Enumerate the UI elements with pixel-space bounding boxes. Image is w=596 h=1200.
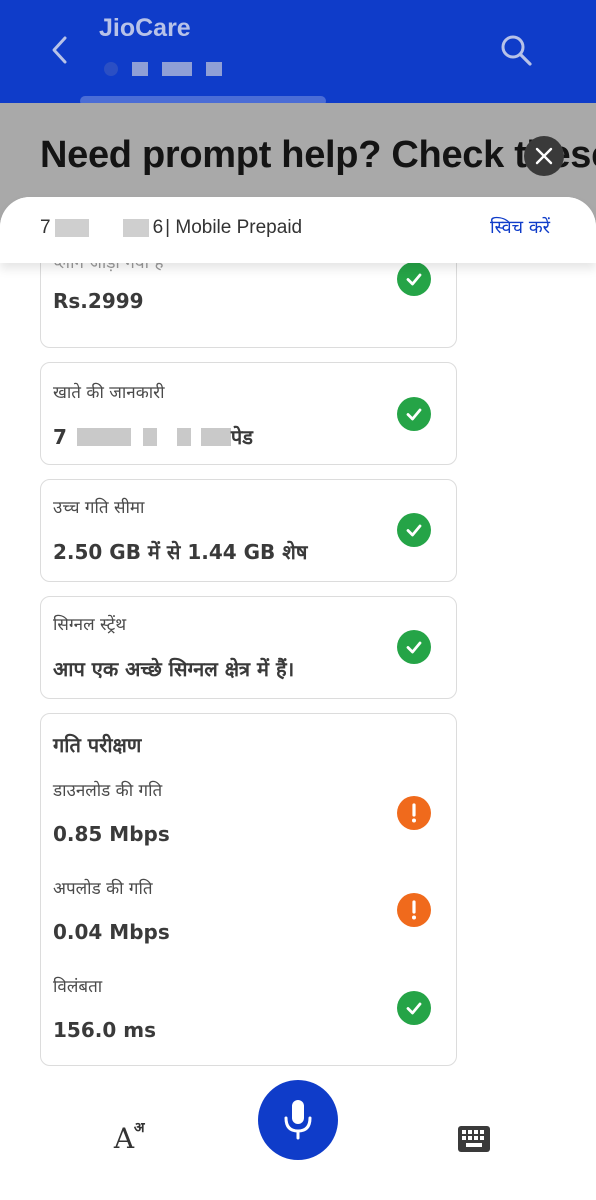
download-speed-label: डाउनलोड की गति bbox=[53, 781, 163, 801]
warning-icon bbox=[397, 893, 431, 927]
account-info-label: खाते की जानकारी bbox=[53, 383, 165, 403]
prompt-heading: Need prompt help? Check these options bbox=[40, 134, 596, 176]
back-button[interactable] bbox=[40, 30, 80, 70]
close-icon bbox=[535, 147, 553, 165]
account-info-card: खाते की जानकारी 7 पेड bbox=[40, 362, 457, 465]
latency-label: विलंबता bbox=[53, 977, 103, 997]
close-button[interactable] bbox=[524, 136, 564, 176]
account-header: 7 6 | Mobile Prepaid स्विच करें bbox=[0, 197, 596, 263]
back-arrow-icon bbox=[52, 36, 67, 64]
microphone-icon bbox=[284, 1100, 312, 1140]
signal-strength-card: सिग्नल स्ट्रेंथ आप एक अच्छे सिग्नल क्षेत… bbox=[40, 596, 457, 699]
account-info-value: 7 पेड bbox=[53, 423, 253, 450]
account-info-value-end: पेड bbox=[230, 425, 253, 449]
redacted-block bbox=[200, 427, 231, 446]
keyboard-button[interactable] bbox=[455, 1122, 493, 1156]
account-number-end: 6 bbox=[152, 217, 164, 238]
plan-card-value: Rs.2999 bbox=[53, 289, 144, 313]
language-icon-sup: अ bbox=[133, 1119, 145, 1136]
warning-icon bbox=[397, 796, 431, 830]
check-icon bbox=[397, 630, 431, 664]
plan-type-label: | Mobile Prepaid bbox=[165, 217, 303, 238]
check-icon bbox=[397, 991, 431, 1025]
high-speed-value: 2.50 GB में से 1.44 GB शेष bbox=[53, 540, 308, 564]
app-header: JioCare bbox=[0, 0, 596, 103]
speed-test-title: गति परीक्षण bbox=[53, 733, 142, 757]
account-number-start: 7 bbox=[40, 217, 51, 238]
redacted-block bbox=[76, 427, 131, 446]
account-info-line: 7 6 | Mobile Prepaid bbox=[40, 217, 302, 239]
redacted-block bbox=[142, 427, 157, 446]
signal-label: सिग्नल स्ट्रेंथ bbox=[53, 615, 127, 635]
search-icon bbox=[501, 35, 532, 66]
language-icon-letter: A bbox=[113, 1121, 135, 1155]
language-button[interactable]: A अ bbox=[104, 1118, 145, 1158]
switch-account-link[interactable]: स्विच करें bbox=[490, 215, 550, 239]
keyboard-icon bbox=[458, 1126, 490, 1152]
high-speed-label: उच्च गति सीमा bbox=[53, 498, 145, 518]
upload-speed-label: अपलोड की गति bbox=[53, 879, 153, 899]
check-icon bbox=[397, 262, 431, 296]
language-icon: A अ bbox=[113, 1120, 145, 1155]
redacted-block bbox=[54, 219, 89, 237]
search-button[interactable] bbox=[496, 30, 536, 70]
microphone-button[interactable] bbox=[258, 1080, 338, 1160]
check-icon bbox=[397, 513, 431, 547]
redacted-block bbox=[176, 427, 191, 446]
app-title: JioCare bbox=[99, 14, 191, 42]
high-speed-limit-card: उच्च गति सीमा 2.50 GB में से 1.44 GB शेष bbox=[40, 479, 457, 582]
upload-speed-value: 0.04 Mbps bbox=[53, 920, 170, 944]
app-subtitle-redacted bbox=[104, 62, 222, 76]
latency-value: 156.0 ms bbox=[53, 1018, 156, 1042]
check-icon bbox=[397, 397, 431, 431]
signal-value: आप एक अच्छे सिग्नल क्षेत्र में हैं। bbox=[53, 657, 295, 681]
account-info-value-start: 7 bbox=[53, 424, 67, 449]
redacted-block bbox=[122, 219, 149, 237]
download-speed-value: 0.85 Mbps bbox=[53, 822, 170, 846]
speed-test-card: गति परीक्षण डाउनलोड की गति 0.85 Mbps अपल… bbox=[40, 713, 457, 1066]
